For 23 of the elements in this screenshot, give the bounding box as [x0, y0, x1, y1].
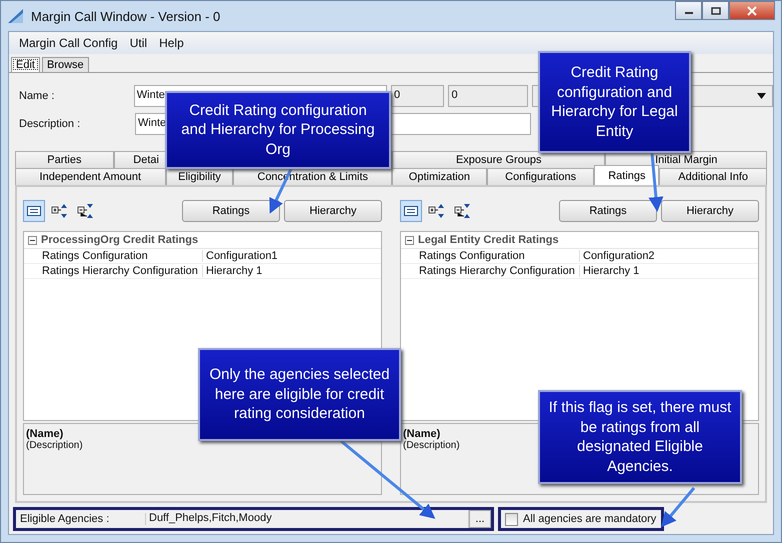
property-value: Configuration2: [582, 250, 655, 262]
field-label: Name :: [19, 90, 56, 102]
group-title: Legal Entity Credit Ratings: [418, 234, 559, 246]
property-name: Ratings Hierarchy Configuration: [24, 265, 203, 277]
window-title: Margin Call Window - Version - 0: [31, 8, 220, 24]
callout-tooltip: If this flag is set, there must be ratings from all designated Eligible Agencies.: [538, 390, 742, 484]
property-value: Hierarchy 1: [205, 265, 262, 277]
info-description: (Description): [26, 440, 83, 451]
field-label: Description :: [19, 118, 82, 130]
checkbox-label: All agencies are mandatory: [523, 513, 656, 525]
property-name: Ratings Configuration: [24, 250, 203, 262]
property-name: Ratings Hierarchy Configuration: [401, 265, 580, 277]
field-label: Eligible Agencies :: [16, 513, 146, 525]
info-name: (Name): [26, 428, 64, 440]
property-value: Configuration1: [205, 250, 278, 262]
callout-tooltip: Only the agencies selected here are eligible for credit rating consideration: [198, 348, 401, 441]
group-title: ProcessingOrg Credit Ratings: [41, 234, 198, 246]
property-value: Hierarchy 1: [582, 265, 640, 277]
callout-tooltip: Credit Rating configuration and Hierarchy for Processing Org: [165, 91, 391, 169]
callout-tooltip: Credit Rating configuration and Hierarchy for Legal Entity: [538, 51, 691, 153]
property-name: Ratings Configuration: [401, 250, 580, 262]
info-description: (Description): [403, 440, 460, 451]
info-name: (Name): [403, 428, 440, 440]
